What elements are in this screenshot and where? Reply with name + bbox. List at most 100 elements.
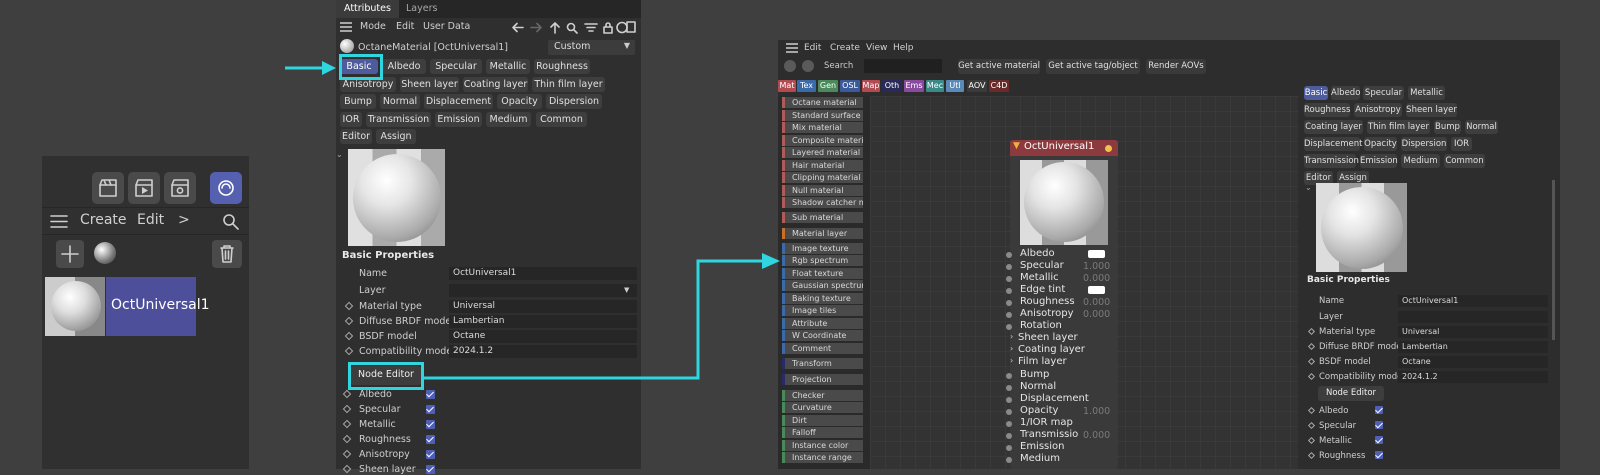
side-chip-coating-layer[interactable]: Coating layer [1304, 120, 1363, 134]
node-tools-icons[interactable] [782, 58, 818, 74]
hamburger-icon[interactable] [786, 43, 798, 53]
material-sphere-icon[interactable] [94, 242, 116, 264]
chip-displacement[interactable]: Displacement [424, 94, 493, 109]
tab-layers[interactable]: Layers [398, 0, 445, 18]
keyframe-diamond-icon[interactable] [344, 316, 354, 326]
keyframe-diamond-icon[interactable] [342, 449, 352, 459]
search-icon[interactable] [222, 213, 239, 230]
color-swatch[interactable] [1088, 250, 1105, 258]
keyframe-diamond-icon[interactable] [342, 434, 352, 444]
category-tab-gen[interactable]: Gen [818, 80, 838, 92]
chip-normal[interactable]: Normal [380, 94, 420, 109]
material-name-cell[interactable]: OctUniversal1 [106, 277, 210, 336]
input-port[interactable] [1006, 385, 1012, 391]
node-palette-item[interactable]: Comment [782, 343, 863, 354]
input-port[interactable] [1006, 373, 1012, 379]
ne-menu-create[interactable]: Create [830, 43, 860, 53]
side-chip-displacement[interactable]: Displacement [1304, 137, 1362, 151]
side-chip-dispersion[interactable]: Dispersion [1401, 137, 1447, 151]
clapper-board-icon[interactable] [92, 172, 124, 204]
node-palette-item[interactable]: Gaussian spectrum [782, 280, 863, 291]
input-port[interactable] [1006, 433, 1012, 439]
input-port[interactable] [1006, 252, 1012, 258]
side-node-editor-button[interactable]: Node Editor [1318, 386, 1384, 401]
node-palette-item[interactable]: Checker [782, 390, 863, 401]
category-tab-map[interactable]: Map [862, 80, 880, 92]
play-clapper-icon[interactable] [128, 172, 160, 204]
side-prop-value[interactable]: Lambertian [1398, 341, 1548, 353]
chip-transmission[interactable]: Transmission [366, 112, 431, 127]
node-palette-item[interactable]: Transform [782, 358, 863, 369]
input-port[interactable] [1006, 457, 1012, 463]
collapse-arrow-icon[interactable]: ⌄ [1305, 183, 1312, 192]
chip-specular[interactable]: Specular [430, 59, 482, 74]
ne-menu-edit[interactable]: Edit [804, 43, 821, 53]
menu-user-data[interactable]: User Data [423, 21, 470, 32]
node-palette-item[interactable]: Dirt [782, 415, 863, 426]
side-channel-checkbox[interactable] [1375, 451, 1383, 459]
keyframe-diamond-icon[interactable] [342, 419, 352, 429]
category-tab-utl[interactable]: Utl [946, 80, 964, 92]
expand-arrow-icon[interactable]: › [1010, 356, 1013, 365]
category-tab-ems[interactable]: Ems [904, 80, 924, 92]
side-chip-anisotropy[interactable]: Anisotropy [1354, 103, 1402, 117]
chip-opacity[interactable]: Opacity [497, 94, 542, 109]
input-port[interactable] [1006, 276, 1012, 282]
node-search-input[interactable] [864, 59, 942, 73]
node-palette-item[interactable]: Instance range [782, 452, 863, 463]
chip-metallic[interactable]: Metallic [486, 59, 530, 74]
chip-dispersion[interactable]: Dispersion [546, 94, 602, 109]
side-chip-albedo[interactable]: Albedo [1331, 86, 1360, 100]
expand-arrow-icon[interactable]: › [1010, 344, 1013, 353]
prop-value[interactable] [449, 284, 637, 297]
input-port[interactable] [1006, 288, 1012, 294]
side-chip-transmission[interactable]: Transmission [1304, 154, 1359, 168]
side-chip-sheen-layer[interactable]: Sheen layer [1406, 103, 1457, 117]
category-tab-aov[interactable]: AOV [967, 80, 987, 92]
keyframe-diamond-icon[interactable] [344, 346, 354, 356]
get-active-material-button[interactable]: Get active material [958, 59, 1040, 74]
chip-emission[interactable]: Emission [435, 112, 482, 127]
node-palette-item[interactable]: Sub material [782, 212, 863, 223]
node-palette-item[interactable]: Clipping material [782, 172, 863, 183]
side-chip-bump[interactable]: Bump [1434, 120, 1461, 134]
channel-checkbox[interactable] [426, 465, 435, 474]
node-palette-item[interactable]: Layered material [782, 147, 863, 158]
menu-more[interactable]: > [178, 212, 190, 228]
preset-dropdown[interactable]: Custom ▼ [548, 40, 635, 55]
side-chip-metallic[interactable]: Metallic [1408, 86, 1445, 100]
ne-menu-view[interactable]: View [866, 43, 887, 53]
node-palette-item[interactable]: Mix material [782, 122, 863, 133]
side-chip-common[interactable]: Common [1444, 154, 1485, 168]
side-chip-opacity[interactable]: Opacity [1364, 137, 1397, 151]
category-tab-oth[interactable]: Oth [882, 80, 902, 92]
channel-checkbox[interactable] [426, 450, 435, 459]
node-palette-item[interactable]: Attribute [782, 318, 863, 329]
menu-create[interactable]: Create [80, 212, 127, 228]
prop-value[interactable]: Universal [449, 300, 637, 313]
hamburger-icon[interactable] [340, 22, 352, 32]
node-palette-item[interactable]: Standard surface [782, 110, 863, 121]
input-port[interactable] [1006, 445, 1012, 451]
side-channel-checkbox[interactable] [1375, 406, 1383, 414]
keyframe-diamond-icon[interactable] [342, 404, 352, 414]
channel-checkbox[interactable] [426, 390, 435, 399]
node-palette-item[interactable]: Rgb spectrum [782, 255, 863, 266]
chip-albedo[interactable]: Albedo [382, 59, 426, 74]
input-port[interactable] [1006, 397, 1012, 403]
input-port[interactable] [1006, 300, 1012, 306]
menu-mode[interactable]: Mode [360, 21, 386, 32]
node-header[interactable]: ▼ OctUniversal1 [1010, 140, 1118, 156]
side-prop-value[interactable] [1398, 311, 1548, 323]
node-palette-item[interactable]: Curvature [782, 402, 863, 413]
node-palette-item[interactable]: Image texture [782, 243, 863, 254]
node-palette-item[interactable]: Baking texture [782, 293, 863, 304]
tab-attributes[interactable]: Attributes [336, 0, 399, 18]
node-palette-item[interactable]: Float texture [782, 268, 863, 279]
node-palette-item[interactable]: Instance color [782, 440, 863, 451]
node-palette-item[interactable]: Shadow catcher m [782, 197, 863, 208]
channel-checkbox[interactable] [426, 435, 435, 444]
side-chip-ior[interactable]: IOR [1451, 137, 1472, 151]
chip-roughness[interactable]: Roughness [534, 59, 590, 74]
channel-checkbox[interactable] [426, 420, 435, 429]
